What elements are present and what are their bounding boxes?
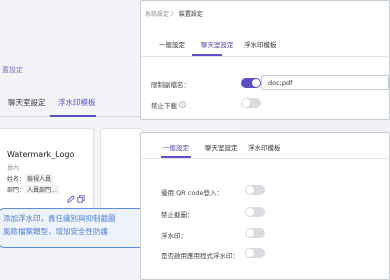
toggle-knob — [246, 229, 254, 237]
toggle-knob — [252, 79, 260, 87]
tab-general-settings[interactable]: 一般設定 — [159, 39, 185, 49]
card-field-name: 姓名： 檢視人員 — [7, 174, 54, 183]
extensions-input[interactable] — [261, 75, 389, 90]
card-field-department: 部門： 人員部門… — [7, 185, 60, 194]
tab-chat-settings[interactable]: 聊天室設定 — [201, 39, 234, 49]
copy-icon[interactable] — [77, 195, 85, 205]
app-watermark-label: 是否啟用應用程式浮水印： — [161, 252, 239, 260]
disable-download-label: 禁止下載 ? — [151, 100, 186, 110]
tab-watermark-template[interactable]: 浮水印模板 — [248, 142, 281, 152]
card-field-value: 人員部門… — [25, 185, 60, 194]
device-settings-window: 系統設定 〉 裝置設定 一般設定 聊天室設定 浮水印模板 限制副檔名： 禁止下載… — [140, 0, 390, 120]
toggle-knob — [242, 99, 250, 107]
card-title: Watermark_Logo — [7, 150, 75, 159]
card-actions — [67, 195, 85, 205]
toggle-knob — [246, 186, 254, 194]
question-circle-icon[interactable]: ? — [179, 101, 186, 110]
restrict-extensions-label: 限制副檔名： — [151, 81, 190, 89]
tooltip-line-2: 風險檔案類型，增加安全性防護 — [3, 227, 108, 236]
watermark-label: 浮水印： — [161, 232, 187, 240]
card-subtitle: 員內 — [7, 165, 20, 172]
restrict-extensions-toggle[interactable] — [241, 78, 261, 88]
toggle-knob — [246, 208, 254, 216]
pencil-icon[interactable] — [67, 195, 77, 205]
tab-chat-settings[interactable]: 聊天室設定 — [205, 142, 238, 152]
breadcrumb-current: 裝置設定 — [178, 11, 203, 18]
tab-watermark-template[interactable]: 浮水印模板 — [58, 97, 96, 108]
active-tab-indicator — [50, 115, 96, 117]
general-settings-window: 一般設定 聊天室設定 浮水印模板 優用 QR code登入： 禁止截圖： 浮水印… — [140, 132, 390, 280]
breadcrumb-parent[interactable]: 系統設定 — [145, 11, 169, 18]
feature-tooltip: 添加浮水印，責任識別與抑制截圖 風險檔案類型，增加安全性防護 — [0, 208, 145, 248]
bottom-tab-bar: 一般設定 聊天室設定 浮水印模板 — [141, 133, 390, 159]
watermark-toggle[interactable] — [245, 228, 265, 238]
disable-download-toggle[interactable] — [241, 98, 261, 108]
tooltip-line-1: 添加浮水印，責任識別與抑制截圖 — [3, 214, 116, 223]
svg-text:?: ? — [181, 102, 183, 107]
disable-screenshot-label: 禁止截圖： — [161, 211, 194, 219]
top-tab-bar: 一般設定 聊天室設定 浮水印模板 — [141, 31, 390, 57]
qr-login-toggle[interactable] — [245, 185, 265, 195]
tab-chat-settings[interactable]: 聊天室設定 — [8, 97, 46, 108]
card-field-value: 檢視人員 — [25, 174, 54, 183]
toggle-knob — [246, 249, 254, 257]
tab-watermark-template[interactable]: 浮水印模板 — [244, 39, 277, 49]
tab-general-settings[interactable]: 一般設定 — [163, 142, 189, 152]
breadcrumb: 置設定 — [2, 66, 23, 74]
card-field-label: 部門： — [7, 187, 26, 194]
disable-screenshot-toggle[interactable] — [245, 207, 265, 217]
qr-login-label: 優用 QR code登入： — [161, 189, 223, 197]
app-watermark-toggle[interactable] — [245, 248, 265, 258]
disable-download-text: 禁止下載 — [151, 102, 177, 110]
breadcrumb: 系統設定 〉 裝置設定 — [145, 9, 203, 18]
active-tab-indicator — [192, 54, 222, 56]
card-field-label: 姓名： — [7, 176, 26, 183]
breadcrumb-separator: 〉 — [170, 11, 177, 18]
active-tab-indicator — [161, 156, 191, 158]
